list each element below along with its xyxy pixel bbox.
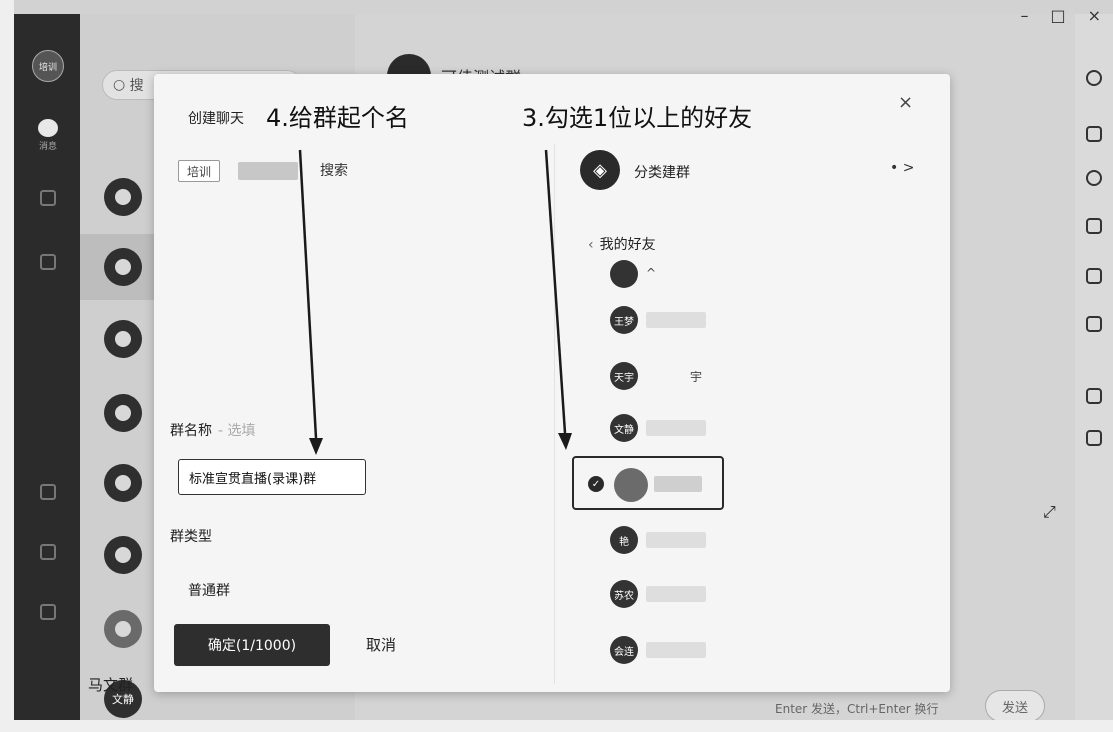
input-hint: Enter 发送，Ctrl+Enter 换行	[775, 702, 939, 716]
calendar-icon[interactable]	[40, 544, 56, 560]
history-icon[interactable]	[1086, 170, 1102, 186]
friend-item-selected[interactable]: ✓	[572, 456, 724, 510]
shield-icon	[104, 320, 142, 358]
group-type-label: 群类型	[170, 529, 212, 545]
close-icon[interactable]: ×	[898, 92, 913, 113]
friend-name: ^	[646, 266, 657, 280]
minimize-button[interactable]: –	[1020, 6, 1028, 25]
friend-item[interactable]: 天宇 宇	[610, 362, 770, 396]
close-window-button[interactable]: ×	[1088, 6, 1101, 25]
chevron-left-icon: ‹	[588, 237, 594, 253]
app-window: 培训 消息 ○ 搜 文静 ⤢ Enter 发送，Ctrl+Enter 换行 发送…	[0, 0, 1113, 732]
friend-avatar: 王梦	[610, 306, 638, 334]
send-button[interactable]: 发送	[985, 690, 1045, 722]
friend-name	[646, 420, 706, 436]
create-chat-dialog: 创建聊天 4.给群起个名 3.勾选1位以上的好友 × 培训 搜索 群名称 - 选填…	[154, 74, 950, 692]
dialog-title: 创建聊天	[188, 111, 244, 127]
friend-item[interactable]: 会连	[610, 636, 770, 670]
friend-item[interactable]: 艳	[610, 526, 770, 560]
plugin-icon[interactable]	[1086, 430, 1102, 446]
scan-border	[0, 720, 1113, 732]
member-search-input[interactable]: 搜索	[320, 160, 348, 180]
expand-icon[interactable]: ⤢	[1043, 502, 1056, 522]
category-group-label[interactable]: 分类建群	[634, 162, 690, 182]
more-icon[interactable]	[1086, 70, 1102, 86]
friend-name: 宇	[690, 370, 703, 384]
my-friends-label: 我的好友	[599, 237, 656, 253]
friend-avatar: 艳	[610, 526, 638, 554]
friend-avatar: 天宇	[610, 362, 638, 390]
nav-bar: 培训 消息	[14, 14, 80, 722]
selected-chip[interactable]: 培训	[178, 160, 221, 182]
friend-avatar	[610, 260, 638, 288]
friend-name	[646, 586, 706, 602]
maximize-button[interactable]: □	[1050, 6, 1065, 25]
dialog-divider	[554, 144, 555, 684]
add-app-icon[interactable]	[1086, 388, 1102, 404]
check-icon: ✓	[588, 476, 604, 492]
conversation-avatar	[104, 394, 142, 432]
selected-chip-redacted[interactable]	[238, 162, 298, 180]
back-my-friends[interactable]: ‹ 我的好友	[588, 234, 656, 254]
friend-item[interactable]: 文静	[610, 414, 770, 448]
announcement-icon[interactable]	[1086, 268, 1102, 284]
annotation-group-name: 4.给群起个名	[266, 104, 409, 132]
user-avatar[interactable]: 培训	[32, 50, 64, 82]
folder-icon[interactable]	[1086, 218, 1102, 234]
friend-item[interactable]: ^	[610, 260, 770, 294]
friend-avatar	[614, 468, 648, 502]
cancel-button[interactable]: 取消	[366, 634, 396, 655]
chat-bubble-icon	[38, 119, 58, 137]
friend-avatar: 文静	[610, 414, 638, 442]
search-bot-icon	[104, 536, 142, 574]
conversation-avatar	[104, 248, 142, 286]
window-controls: – □ ×	[1020, 6, 1101, 25]
group-name-optional: - 选填	[218, 423, 256, 439]
conversation-name: 马文群	[88, 676, 134, 694]
docs-icon[interactable]	[40, 484, 56, 500]
search-icon: ○	[113, 77, 130, 93]
friend-name-redacted	[654, 476, 702, 492]
workspace-icon[interactable]	[40, 254, 56, 270]
settings-icon[interactable]	[40, 604, 56, 620]
group-type-select[interactable]: 普通群	[178, 574, 378, 606]
chevron-right-icon[interactable]: • >	[890, 160, 914, 176]
friend-avatar: 会连	[610, 636, 638, 664]
right-toolbar	[1075, 14, 1113, 722]
group-name-label: 群名称 - 选填	[170, 420, 256, 440]
upload-icon	[104, 464, 142, 502]
live-icon[interactable]	[1086, 316, 1102, 332]
friend-name	[646, 532, 706, 548]
confirm-button[interactable]: 确定(1/1000)	[174, 624, 330, 666]
search-placeholder: 搜	[129, 78, 144, 94]
nav-messages[interactable]: 消息	[34, 119, 62, 159]
annotation-select-friends: 3.勾选1位以上的好友	[522, 104, 753, 132]
layers-icon: ◈	[580, 150, 620, 190]
friend-item[interactable]: 王梦	[610, 306, 770, 340]
add-member-icon[interactable]	[1086, 126, 1102, 142]
conversation-avatar	[104, 178, 142, 216]
group-name-label-text: 群名称	[170, 423, 212, 439]
friend-name	[646, 642, 706, 658]
friend-item[interactable]: 苏农	[610, 580, 770, 614]
contacts-icon[interactable]	[40, 190, 56, 206]
nav-messages-label: 消息	[38, 142, 57, 152]
conversation-avatar	[104, 610, 142, 648]
scan-border	[0, 0, 14, 732]
group-name-input[interactable]: 标准宣贯直播(录课)群	[178, 459, 366, 495]
friend-name	[646, 312, 706, 328]
friend-avatar: 苏农	[610, 580, 638, 608]
